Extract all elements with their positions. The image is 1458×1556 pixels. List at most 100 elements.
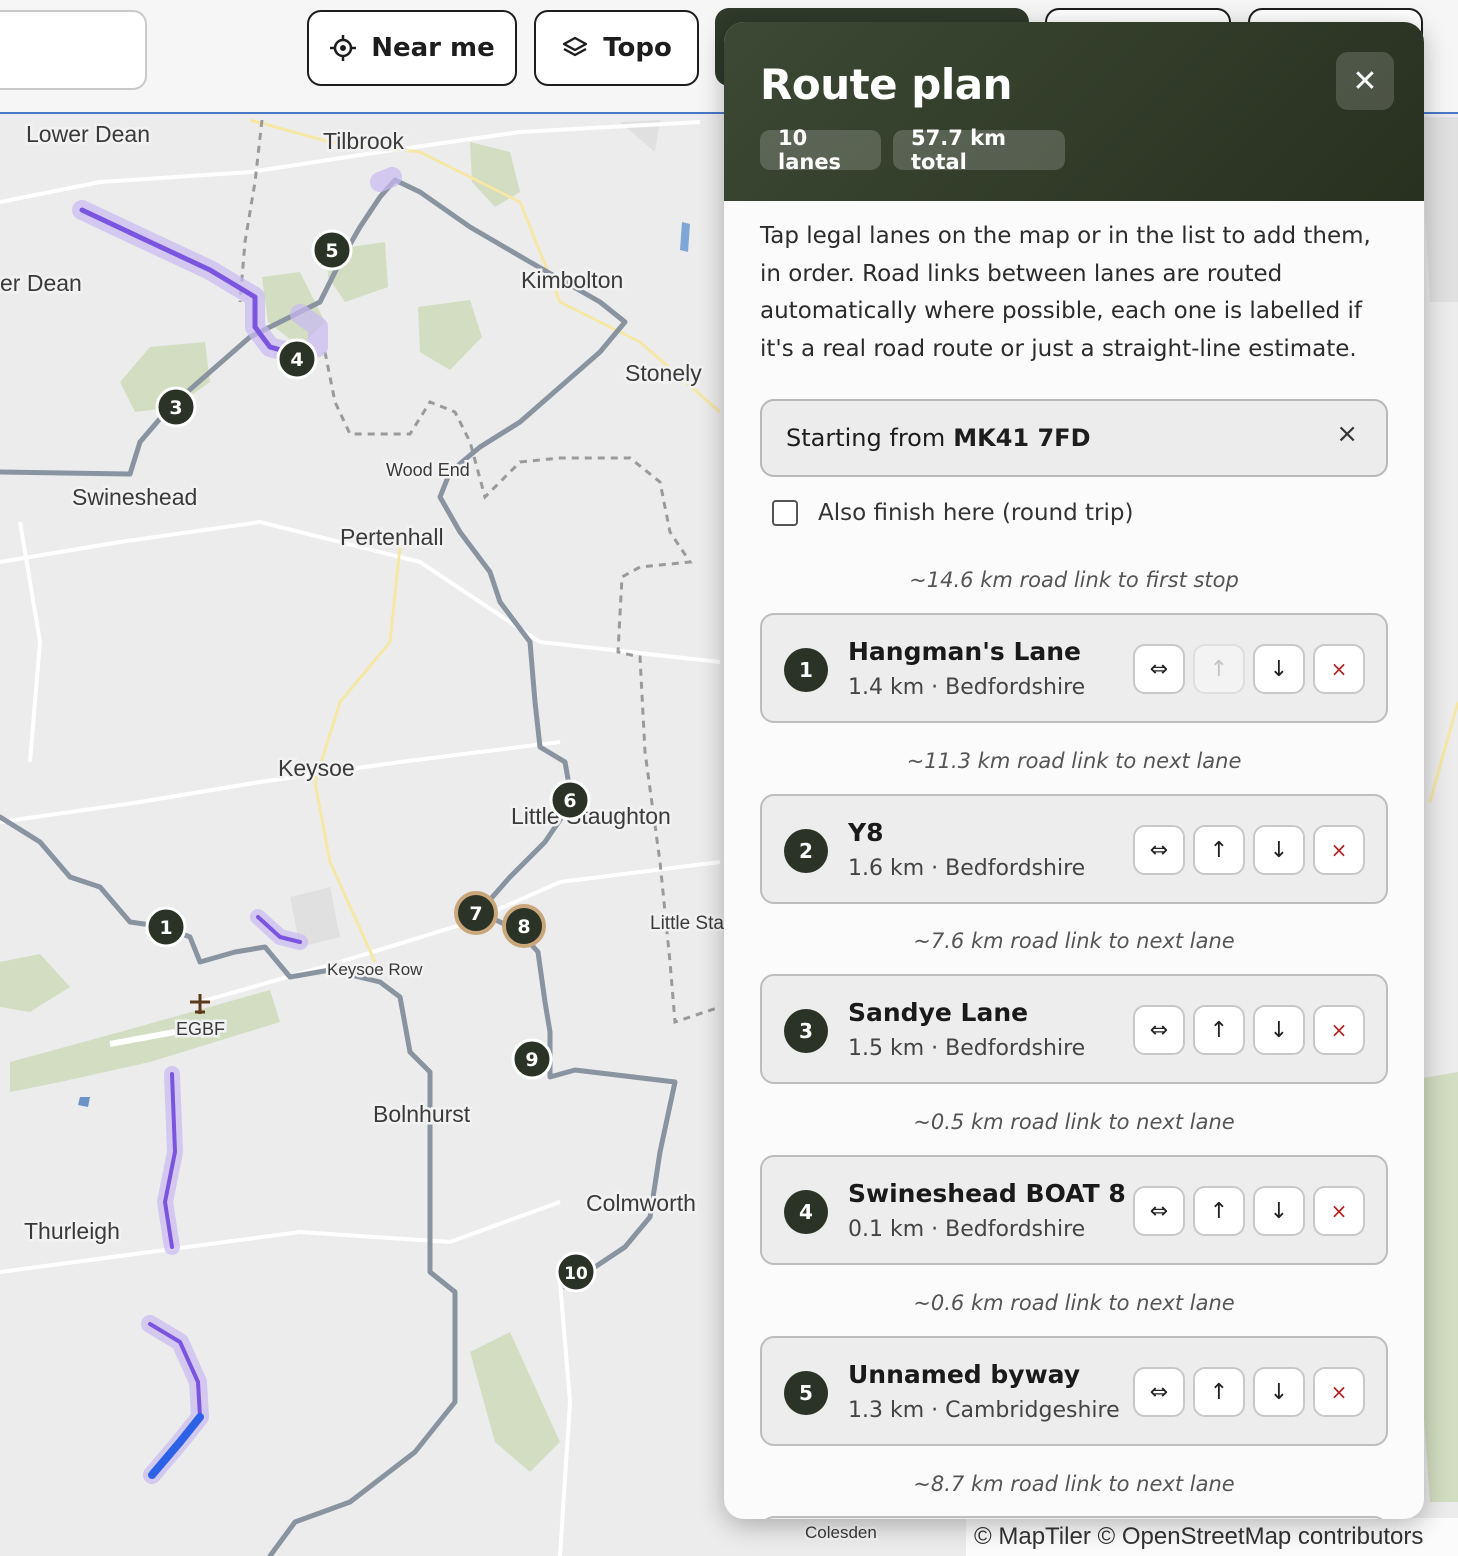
reverse-lane-button[interactable]: ⇔ — [1133, 644, 1185, 694]
panel-title: Route plan — [760, 60, 1012, 109]
near-me-button[interactable]: Near me — [307, 10, 517, 86]
move-down-button[interactable]: ↓ — [1253, 825, 1305, 875]
reverse-lane-button[interactable]: ⇔ — [1133, 825, 1185, 875]
remove-icon: × — [1330, 1018, 1348, 1042]
place-label: Thurleigh — [24, 1218, 120, 1244]
svg-text:8: 8 — [517, 916, 530, 938]
close-panel-button[interactable]: ✕ — [1336, 52, 1394, 110]
remove-lane-button[interactable]: × — [1313, 1005, 1365, 1055]
lane-name: Y8 — [848, 818, 884, 847]
svg-text:4: 4 — [290, 349, 303, 371]
remove-icon: × — [1330, 657, 1348, 681]
round-trip-option[interactable]: Also finish here (round trip) — [772, 500, 1133, 526]
stop-marker[interactable]: 7 — [454, 891, 498, 935]
road-link-label: ~7.6 km road link to next lane — [913, 929, 1235, 953]
reverse-lane-button[interactable]: ⇔ — [1133, 1186, 1185, 1236]
stop-marker[interactable]: 1 — [145, 906, 187, 948]
remove-lane-button[interactable]: × — [1313, 644, 1365, 694]
near-me-label: Near me — [371, 33, 495, 63]
instructions-text: Tap legal lanes on the map or in the lis… — [760, 223, 1371, 362]
arrow-up-icon: ↑ — [1209, 837, 1229, 863]
lane-count-chip: 10 lanes — [760, 126, 881, 174]
search-input[interactable] — [0, 10, 147, 90]
arrow-up-icon: ↑ — [1209, 1379, 1229, 1405]
layers-icon — [563, 36, 588, 57]
place-label: Little Sta — [650, 913, 724, 934]
reverse-lane-button[interactable]: ⇔ — [1133, 1367, 1185, 1417]
lane-number-badge: 1 — [784, 648, 828, 692]
place-label: Wood End — [386, 460, 470, 480]
lane-item[interactable]: 3 Sandye Lane 1.5 km · Bedfordshire ⇔ ↑ … — [760, 974, 1388, 1084]
svg-text:10: 10 — [564, 1264, 588, 1284]
close-icon: ✕ — [1352, 63, 1378, 99]
remove-lane-button[interactable]: × — [1313, 825, 1365, 875]
place-label: Colesden — [805, 1523, 877, 1542]
lane-number-badge: 5 — [784, 1371, 828, 1415]
total-distance-chip: 57.7 km total — [893, 126, 1065, 174]
clear-start-button[interactable]: × — [1336, 419, 1358, 449]
svg-text:7: 7 — [469, 903, 482, 925]
remove-icon: × — [1330, 1380, 1348, 1404]
arrow-down-icon: ↓ — [1269, 656, 1289, 682]
road-link-label: ~8.7 km road link to next lane — [913, 1472, 1235, 1496]
start-prefix: Starting from — [786, 424, 946, 452]
stop-marker[interactable]: 4 — [276, 338, 318, 380]
move-up-button[interactable]: ↑ — [1193, 644, 1245, 694]
lane-number-badge: 4 — [784, 1190, 828, 1234]
move-up-button[interactable]: ↑ — [1193, 1186, 1245, 1236]
lane-meta: 1.5 km · Bedfordshire — [848, 1036, 1086, 1061]
arrow-up-icon: ↑ — [1209, 656, 1229, 682]
arrow-down-icon: ↓ — [1269, 1379, 1289, 1405]
place-label: Little Staughton — [511, 803, 671, 829]
crosshair-icon — [330, 35, 357, 61]
lane-item[interactable]: 1 Hangman's Lane 1.4 km · Bedfordshire ⇔… — [760, 613, 1388, 723]
lane-number-badge: 3 — [784, 1009, 828, 1053]
road-link-label: ~0.6 km road link to next lane — [913, 1291, 1235, 1315]
stop-marker[interactable]: 3 — [155, 386, 197, 428]
move-down-button[interactable]: ↓ — [1253, 644, 1305, 694]
move-down-button[interactable]: ↓ — [1253, 1005, 1305, 1055]
lane-item[interactable]: 2 Y8 1.6 km · Bedfordshire ⇔ ↑ ↓ × — [760, 794, 1388, 904]
svg-text:9: 9 — [525, 1049, 538, 1071]
move-up-button[interactable]: ↑ — [1193, 1367, 1245, 1417]
topo-button[interactable]: Topo — [534, 10, 699, 86]
place-label: EGBF — [176, 1019, 225, 1039]
round-trip-label: Also finish here (round trip) — [818, 500, 1134, 526]
remove-icon: × — [1330, 838, 1348, 862]
place-label: Swineshead — [72, 484, 197, 510]
lane-item[interactable] — [760, 1516, 1388, 1519]
lane-item[interactable]: 5 Unnamed byway 1.3 km · Cambridgeshire … — [760, 1336, 1388, 1446]
arrow-down-icon: ↓ — [1269, 1017, 1289, 1043]
remove-lane-button[interactable]: × — [1313, 1367, 1365, 1417]
stop-marker[interactable]: 8 — [502, 904, 546, 948]
move-down-button[interactable]: ↓ — [1253, 1367, 1305, 1417]
lane-name: Sandye Lane — [848, 998, 1029, 1027]
lane-name: Unnamed byway — [848, 1360, 1081, 1389]
round-trip-checkbox[interactable] — [772, 500, 798, 526]
svg-text:1: 1 — [159, 917, 172, 939]
move-up-button[interactable]: ↑ — [1193, 825, 1245, 875]
arrow-up-icon: ↑ — [1209, 1198, 1229, 1224]
start-location-field[interactable]: Starting from MK41 7FD × — [760, 399, 1388, 477]
lane-number-badge: 2 — [784, 829, 828, 873]
remove-lane-button[interactable]: × — [1313, 1186, 1365, 1236]
stop-marker[interactable]: 5 — [311, 229, 353, 271]
place-label: Keysoe Row — [327, 960, 423, 979]
place-label: Stonely — [625, 360, 702, 386]
panel-header: Route plan ✕ 10 lanes 57.7 km total — [724, 22, 1424, 201]
arrow-up-icon: ↑ — [1209, 1017, 1229, 1043]
stop-marker[interactable]: 10 — [555, 1251, 597, 1293]
arrow-down-icon: ↓ — [1269, 837, 1289, 863]
reverse-icon: ⇔ — [1149, 1198, 1169, 1224]
topo-label: Topo — [603, 33, 672, 63]
stop-marker[interactable]: 6 — [549, 779, 591, 821]
lane-name: Hangman's Lane — [848, 637, 1081, 666]
lane-meta: 1.6 km · Bedfordshire — [848, 856, 1086, 881]
stop-marker[interactable]: 9 — [511, 1038, 553, 1080]
reverse-icon: ⇔ — [1149, 1017, 1169, 1043]
reverse-lane-button[interactable]: ⇔ — [1133, 1005, 1185, 1055]
move-up-button[interactable]: ↑ — [1193, 1005, 1245, 1055]
lane-meta: 1.4 km · Bedfordshire — [848, 675, 1086, 700]
move-down-button[interactable]: ↓ — [1253, 1186, 1305, 1236]
lane-item[interactable]: 4 Swineshead BOAT 8 0.1 km · Bedfordshir… — [760, 1155, 1388, 1265]
